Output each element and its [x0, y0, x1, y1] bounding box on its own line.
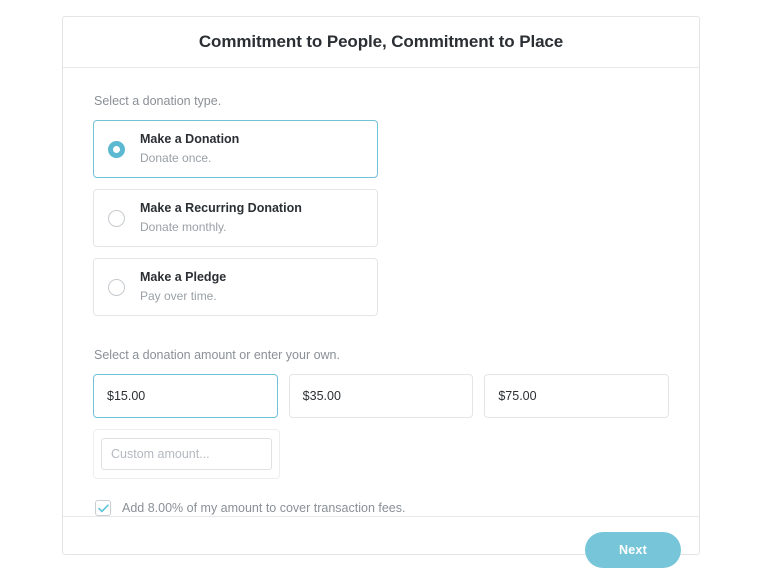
- donation-type-option-pledge[interactable]: Make a Pledge Pay over time.: [93, 258, 378, 316]
- donation-type-option-recurring[interactable]: Make a Recurring Donation Donate monthly…: [93, 189, 378, 247]
- option-description: Donate once.: [140, 151, 212, 166]
- transaction-fee-label: Add 8.00% of my amount to cover transact…: [122, 501, 406, 515]
- option-title: Make a Recurring Donation: [140, 201, 302, 216]
- option-description: Pay over time.: [140, 289, 217, 304]
- donation-type-options: Make a Donation Donate once. Make a Recu…: [93, 120, 669, 316]
- checkbox-checked-icon[interactable]: [95, 500, 111, 516]
- donation-form-page: Commitment to People, Commitment to Plac…: [0, 0, 758, 571]
- card-body: Select a donation type. Make a Donation …: [63, 68, 699, 516]
- page-title: Commitment to People, Commitment to Plac…: [198, 32, 564, 51]
- card-header: Commitment to People, Commitment to Plac…: [63, 17, 699, 68]
- transaction-fee-row: Add 8.00% of my amount to cover transact…: [95, 500, 669, 516]
- custom-amount-input[interactable]: [101, 438, 272, 470]
- donation-amount-options: $15.00 $35.00 $75.00: [93, 374, 670, 418]
- option-text: Make a Donation Donate once.: [140, 131, 239, 166]
- option-title: Make a Pledge: [140, 270, 227, 285]
- option-title: Make a Donation: [140, 132, 240, 147]
- option-text: Make a Recurring Donation Donate monthly…: [140, 200, 302, 235]
- amount-option-75[interactable]: $75.00: [484, 374, 670, 418]
- radio-icon[interactable]: [108, 278, 125, 296]
- custom-amount-container: [93, 429, 280, 479]
- card-footer: Next: [63, 516, 699, 571]
- amount-option-15[interactable]: $15.00: [93, 374, 278, 418]
- donation-card: Commitment to People, Commitment to Plac…: [62, 16, 700, 568]
- donation-amount-label: Select a donation amount or enter your o…: [94, 348, 340, 362]
- donation-type-option-donation[interactable]: Make a Donation Donate once.: [93, 120, 378, 178]
- donation-type-label: Select a donation type.: [94, 94, 222, 108]
- option-text: Make a Pledge Pay over time.: [140, 269, 226, 304]
- radio-icon-selected[interactable]: [108, 140, 125, 158]
- next-button[interactable]: Next: [585, 531, 681, 568]
- amount-option-35[interactable]: $35.00: [288, 374, 474, 418]
- radio-icon[interactable]: [108, 209, 125, 227]
- option-description: Donate monthly.: [140, 220, 227, 235]
